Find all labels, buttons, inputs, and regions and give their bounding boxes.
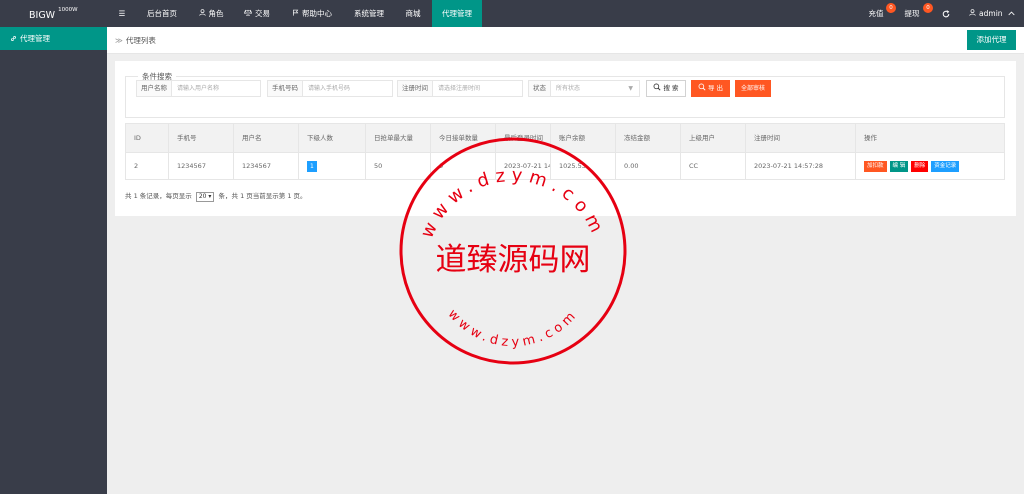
withdraw-label: 提现 <box>904 9 920 18</box>
status-select-value: 所有状态 <box>556 85 581 92</box>
cell-sub-count: 1 <box>298 153 365 179</box>
search-icon <box>654 83 661 91</box>
seal-ring-top-text: www.dzym.com <box>417 165 610 242</box>
regtime-filter: 注册时间 请选择注册时间 <box>397 80 523 97</box>
cell-username: 1234567 <box>233 153 298 179</box>
search-button-label: 搜 索 <box>663 84 679 92</box>
chevron-up-icon <box>1008 11 1015 16</box>
export-button-label: 导 出 <box>707 84 724 92</box>
nav-home-label: 后台首页 <box>147 9 177 18</box>
phone-input[interactable]: 请输入手机号码 <box>303 81 392 96</box>
nav-agent-label: 代理管理 <box>442 9 472 18</box>
withdraw-badge: 0 <box>923 3 933 13</box>
username-filter-label: 用户名称 <box>137 81 172 96</box>
cell-reg-time: 2023-07-21 14:57:28 <box>745 153 855 179</box>
nav-roles[interactable]: 角色 <box>190 0 232 27</box>
recharge-label: 充值 <box>868 9 884 18</box>
col-header: 注册时间 <box>745 124 855 152</box>
refresh-button[interactable] <box>938 0 954 27</box>
user-name: admin <box>979 9 1003 18</box>
search-icon <box>698 83 706 91</box>
delete-button[interactable]: 删除 <box>911 160 929 172</box>
fund-records-button[interactable]: 资金记录 <box>931 160 960 172</box>
pagination: 共 1 条记录，每页显示 20 ▾ 条，共 1 页当前显示第 1 页。 <box>125 190 307 202</box>
col-header: 下级人数 <box>298 124 365 152</box>
page-size-value: 20 <box>198 193 207 200</box>
user-icon <box>198 9 206 16</box>
withdraw-button[interactable]: 提现 <box>898 0 926 27</box>
col-header: 手机号 <box>168 124 233 152</box>
seal-center-text: 道臻源码网 <box>436 242 591 278</box>
app-logo[interactable]: BIGW1000W <box>0 0 107 27</box>
nav-mall[interactable]: 商城 <box>398 0 428 27</box>
nav-home[interactable]: 后台首页 <box>138 0 186 27</box>
logo-superscript: 1000W <box>58 7 78 13</box>
chevron-down-icon: ▾ <box>208 193 212 200</box>
user-menu[interactable]: admin <box>966 0 1018 27</box>
link-icon <box>10 35 17 42</box>
username-filter: 用户名称 请输入用户名称 <box>136 80 261 97</box>
status-filter: 状态 所有状态 ▼ <box>528 80 640 97</box>
balance-icon <box>244 9 252 16</box>
nav-mall-label: 商城 <box>405 9 421 18</box>
regtime-filter-label: 注册时间 <box>398 81 433 96</box>
export-button[interactable]: 导 出 <box>691 80 730 97</box>
regtime-input[interactable]: 请选择注册时间 <box>433 81 522 96</box>
sidebar-item-agent-management[interactable]: 代理管理 <box>0 27 107 50</box>
cell-parent: CC <box>680 153 745 179</box>
watermark-seal: www.dzym.com 道臻源码网 www.dzym.com <box>399 137 627 365</box>
nav-system-label: 系统管理 <box>354 9 384 18</box>
sub-count-badge[interactable]: 1 <box>307 161 317 172</box>
refresh-icon <box>942 10 950 18</box>
approve-all-button[interactable]: 全部审核 <box>735 80 771 97</box>
seal-ring-bottom-text: www.dzym.com <box>445 307 582 351</box>
breadcrumb-separator: ≫ <box>115 36 123 45</box>
status-filter-label: 状态 <box>529 81 551 96</box>
col-header: 操作 <box>855 124 1006 152</box>
pager-suffix: 条，共 1 页当前显示第 1 页。 <box>218 192 307 200</box>
nav-trade[interactable]: 交易 <box>236 0 278 27</box>
edit-button[interactable]: 编 辑 <box>889 160 909 172</box>
col-header: 用户名 <box>233 124 298 152</box>
logo-text: BIGW <box>29 10 56 22</box>
breadcrumb: ≫ 代理列表 <box>115 27 156 54</box>
sidebar: 代理管理 <box>0 27 107 494</box>
nav-roles-label: 角色 <box>208 9 224 18</box>
cell-actions: 加扣款编 辑删除 资金记录 <box>855 153 1006 179</box>
breadcrumb-current: 代理列表 <box>125 36 156 45</box>
nav-agent[interactable]: 代理管理 <box>432 0 482 27</box>
username-input[interactable]: 请输入用户名称 <box>172 81 260 96</box>
pager-prefix: 共 1 条记录，每页显示 <box>125 192 192 200</box>
nav-help[interactable]: 帮助中心 <box>284 0 340 27</box>
recharge-badge: 0 <box>886 3 896 13</box>
top-navbar: BIGW1000W ☰ 后台首页 角色 交易 帮助中心 系统管理 商城 代理管理… <box>0 0 1024 27</box>
nav-system[interactable]: 系统管理 <box>346 0 392 27</box>
search-button[interactable]: 搜 索 <box>646 80 686 97</box>
user-icon <box>969 9 976 16</box>
cell-phone: 1234567 <box>168 153 233 179</box>
recharge-button[interactable]: 充值 <box>862 0 890 27</box>
phone-filter-label: 手机号码 <box>268 81 303 96</box>
nav-help-label: 帮助中心 <box>302 9 332 18</box>
col-header: ID <box>134 134 141 142</box>
page-size-select[interactable]: 20 ▾ <box>195 192 215 202</box>
add-agent-button[interactable]: 添加代理 <box>967 30 1016 50</box>
nav-trade-label: 交易 <box>255 9 270 18</box>
sidebar-item-label: 代理管理 <box>20 34 50 43</box>
phone-filter: 手机号码 请输入手机号码 <box>267 80 393 97</box>
adjust-balance-button[interactable]: 加扣款 <box>864 160 887 172</box>
flag-icon <box>293 9 299 16</box>
breadcrumb-bar: ≫ 代理列表 添加代理 <box>107 27 1024 54</box>
status-select[interactable]: 所有状态 ▼ <box>551 81 639 96</box>
cell-id: 2 <box>134 162 139 170</box>
chevron-down-icon: ▼ <box>628 85 633 92</box>
menu-toggle-icon[interactable]: ☰ <box>112 0 132 27</box>
col-header: 上级用户 <box>680 124 745 152</box>
